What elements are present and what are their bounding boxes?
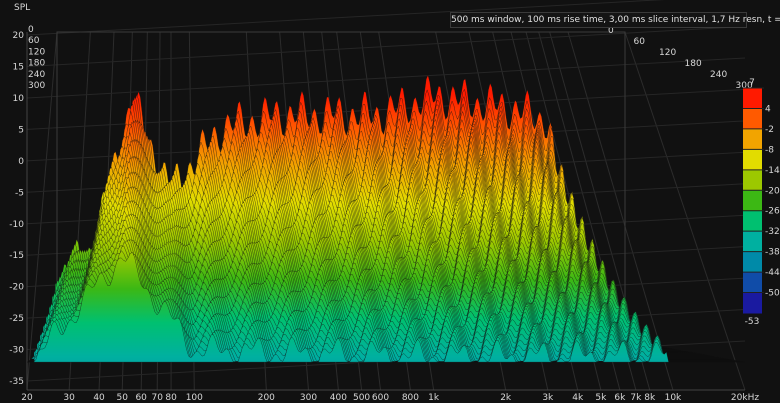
color-scale-label: -44 xyxy=(765,268,780,278)
color-scale-segment xyxy=(743,272,762,294)
x-tick-label: 600 xyxy=(372,393,389,403)
time-tick-label-left: 180 xyxy=(28,59,45,69)
x-tick-label: 300 xyxy=(300,393,317,403)
grid-line-y xyxy=(26,57,746,99)
x-tick-label: 200 xyxy=(258,393,275,403)
color-scale-label: -53 xyxy=(745,317,760,327)
color-scale-segment xyxy=(743,190,762,212)
color-scale-segment xyxy=(743,108,762,130)
y-tick-label: -10 xyxy=(9,220,24,230)
y-tick-label: -25 xyxy=(9,314,24,324)
color-scale-segment xyxy=(743,210,762,232)
color-scale-segment xyxy=(743,292,762,314)
time-tick-label-left: 0 xyxy=(28,25,34,35)
x-tick-label: 100 xyxy=(186,393,203,403)
color-scale-label: -20 xyxy=(765,186,780,196)
y-tick-label: 5 xyxy=(18,125,24,135)
color-scale-label: -8 xyxy=(765,145,774,155)
time-tick-label-left: 240 xyxy=(28,70,45,80)
x-tick-label: 800 xyxy=(402,393,419,403)
time-tick-label-right: 240 xyxy=(710,70,727,80)
color-scale-label: -26 xyxy=(765,207,780,217)
color-scale-label: -32 xyxy=(765,227,780,237)
x-tick-label: 3k xyxy=(542,393,554,403)
x-tick-label: 2k xyxy=(500,393,512,403)
y-tick-label: -15 xyxy=(9,251,24,261)
time-tick-label-right: 60 xyxy=(634,37,646,47)
color-scale-label: 4 xyxy=(765,104,771,114)
time-tick-label-left: 300 xyxy=(28,81,45,91)
time-tick-label-right: 180 xyxy=(685,59,702,69)
time-tick-label-left: 120 xyxy=(28,47,45,57)
x-tick-label: 4k xyxy=(572,393,584,403)
y-tick-label: -35 xyxy=(9,377,24,387)
x-tick-label: 500 xyxy=(353,393,370,403)
color-scale-label: -14 xyxy=(765,166,780,176)
y-axis-title: SPL xyxy=(14,3,30,13)
x-tick-label: 6k xyxy=(614,393,626,403)
color-scale-segment xyxy=(743,231,762,253)
y-tick-label: -30 xyxy=(9,346,24,356)
x-tick-label: 20kHz xyxy=(731,393,759,403)
y-tick-label: 20 xyxy=(13,31,25,41)
waterfall-surface xyxy=(27,74,745,363)
x-tick-label: 50 xyxy=(117,393,129,403)
y-tick-label: -5 xyxy=(15,188,24,198)
color-scale-segment xyxy=(743,169,762,191)
x-tick-label: 400 xyxy=(330,393,347,403)
info-text: 500 ms window, 100 ms rise time, 3,00 ms… xyxy=(450,12,780,28)
y-tick-label: -20 xyxy=(9,283,24,293)
y-tick-label: 10 xyxy=(13,94,25,104)
x-tick-label: 80 xyxy=(165,393,177,403)
color-scale-label: -50 xyxy=(765,289,780,299)
x-tick-label: 5k xyxy=(595,393,607,403)
color-scale-segment xyxy=(743,149,762,171)
color-scale-label: -2 xyxy=(765,125,774,135)
x-tick-label: 20 xyxy=(21,393,33,403)
x-tick-label: 70 xyxy=(151,393,163,403)
x-tick-label: 30 xyxy=(63,393,75,403)
x-tick-label: 1k xyxy=(428,393,440,403)
color-scale-label: -38 xyxy=(765,248,780,258)
time-tick-label-right: 120 xyxy=(659,48,676,58)
time-tick-label-left: 60 xyxy=(28,36,40,46)
x-tick-label: 60 xyxy=(135,393,147,403)
x-tick-label: 7k xyxy=(630,393,642,403)
x-tick-label: 8k xyxy=(644,393,656,403)
color-scale-bar: 7 4 -2 -8 -14 -20 -26 -32 -38 -44 -50 -53 xyxy=(743,78,780,327)
y-tick-label: 15 xyxy=(13,63,24,73)
y-tick-label: 0 xyxy=(18,157,24,167)
color-scale-label: 7 xyxy=(749,78,755,88)
waterfall-chart: SPL 20 15 10 5 0 -5 -10 -15 -20 -25 -30 -35 20 30 40 50 6… xyxy=(0,0,780,403)
color-scale-segment xyxy=(743,88,762,109)
color-scale-segment xyxy=(743,251,762,273)
x-tick-label: 10k xyxy=(665,393,682,403)
x-tick-label: 40 xyxy=(93,393,105,403)
waterfall-plot: SPL20151050-5-10-15-20-25-30-3520 30 40 50 6… xyxy=(9,0,780,403)
color-scale-segment xyxy=(743,128,762,150)
